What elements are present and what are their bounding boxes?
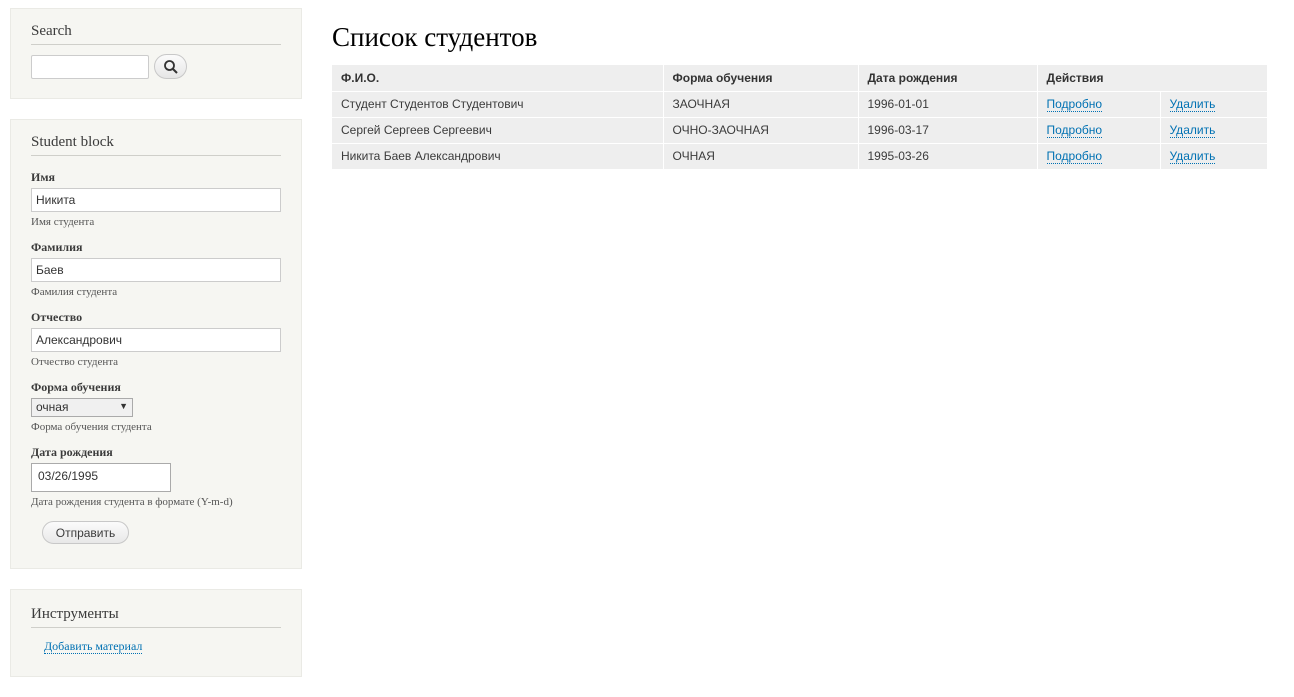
details-link[interactable]: Подробно <box>1046 97 1103 112</box>
table-row: Студент Студентов Студентович ЗАОЧНАЯ 19… <box>332 91 1268 118</box>
search-input[interactable] <box>31 54 149 79</box>
cell-date: 1996-01-01 <box>858 91 1038 118</box>
search-block-title: Search <box>31 23 281 45</box>
cell-details: Подробно <box>1037 143 1161 170</box>
patronymic-label: Отчество <box>31 310 83 324</box>
cell-delete: Удалить <box>1160 117 1268 144</box>
cell-delete: Удалить <box>1160 91 1268 118</box>
study-form-field-group: Форма обучения очная ▼ Форма обучения ст… <box>31 380 281 433</box>
first-name-field-group: Имя Имя студента <box>31 170 281 228</box>
cell-form: ЗАОЧНАЯ <box>663 91 859 118</box>
add-content-link[interactable]: Добавить материал <box>44 640 143 654</box>
main-content: Список студентов Ф.И.О. Форма обучения Д… <box>332 20 1268 170</box>
search-icon <box>163 59 178 74</box>
last-name-input[interactable] <box>31 258 281 282</box>
cell-date: 1995-03-26 <box>858 143 1038 170</box>
cell-delete: Удалить <box>1160 143 1268 170</box>
last-name-label: Фамилия <box>31 240 83 254</box>
first-name-input[interactable] <box>31 188 281 212</box>
birth-date-description: Дата рождения студента в формате (Y-m-d) <box>31 496 233 508</box>
cell-form: ОЧНАЯ <box>663 143 859 170</box>
cell-name: Студент Студентов Студентович <box>332 91 664 118</box>
student-block-title: Student block <box>31 134 281 156</box>
cell-date: 1996-03-17 <box>858 117 1038 144</box>
table-header-row: Ф.И.О. Форма обучения Дата рождения Дейс… <box>332 65 1268 92</box>
cell-name: Сергей Сергеев Сергеевич <box>332 117 664 144</box>
birth-date-field-group: Дата рождения 03/26/1995 Дата рождения с… <box>31 445 281 508</box>
search-form <box>31 54 281 79</box>
sidebar: Search Student block Имя Имя студента Фа… <box>10 8 302 697</box>
study-form-selected-value: очная <box>36 400 69 414</box>
patronymic-field-group: Отчество Отчество студента <box>31 310 281 368</box>
cell-form: ОЧНО-ЗАОЧНАЯ <box>663 117 859 144</box>
first-name-description: Имя студента <box>31 216 95 228</box>
cell-name: Никита Баев Александрович <box>332 143 664 170</box>
delete-link[interactable]: Удалить <box>1169 97 1216 112</box>
students-table: Ф.И.О. Форма обучения Дата рождения Дейс… <box>332 65 1268 170</box>
cell-details: Подробно <box>1037 91 1161 118</box>
tools-block-title: Инструменты <box>31 606 281 628</box>
last-name-description: Фамилия студента <box>31 286 118 298</box>
column-header-name: Ф.И.О. <box>332 65 664 92</box>
delete-link[interactable]: Удалить <box>1169 149 1216 164</box>
study-form-description: Форма обучения студента <box>31 421 152 433</box>
details-link[interactable]: Подробно <box>1046 149 1103 164</box>
table-row: Сергей Сергеев Сергеевич ОЧНО-ЗАОЧНАЯ 19… <box>332 117 1268 144</box>
column-header-form: Форма обучения <box>663 65 859 92</box>
birth-date-label: Дата рождения <box>31 445 113 459</box>
search-block: Search <box>10 8 302 99</box>
delete-link[interactable]: Удалить <box>1169 123 1216 138</box>
column-header-date: Дата рождения <box>858 65 1038 92</box>
submit-button[interactable]: Отправить <box>42 521 129 544</box>
patronymic-input[interactable] <box>31 328 281 352</box>
study-form-select[interactable]: очная ▼ <box>31 398 133 417</box>
table-row: Никита Баев Александрович ОЧНАЯ 1995-03-… <box>332 143 1268 170</box>
patronymic-description: Отчество студента <box>31 356 119 368</box>
search-button[interactable] <box>154 54 187 79</box>
study-form-label: Форма обучения <box>31 380 121 394</box>
birth-date-input[interactable]: 03/26/1995 <box>31 463 171 492</box>
details-link[interactable]: Подробно <box>1046 123 1103 138</box>
first-name-label: Имя <box>31 170 55 184</box>
last-name-field-group: Фамилия Фамилия студента <box>31 240 281 298</box>
dropdown-arrow-icon: ▼ <box>119 401 128 411</box>
tools-block: Инструменты Добавить материал <box>10 589 302 677</box>
page-title: Список студентов <box>332 22 538 52</box>
student-block: Student block Имя Имя студента Фамилия Ф… <box>10 119 302 569</box>
cell-details: Подробно <box>1037 117 1161 144</box>
column-header-actions: Действия <box>1037 65 1268 92</box>
